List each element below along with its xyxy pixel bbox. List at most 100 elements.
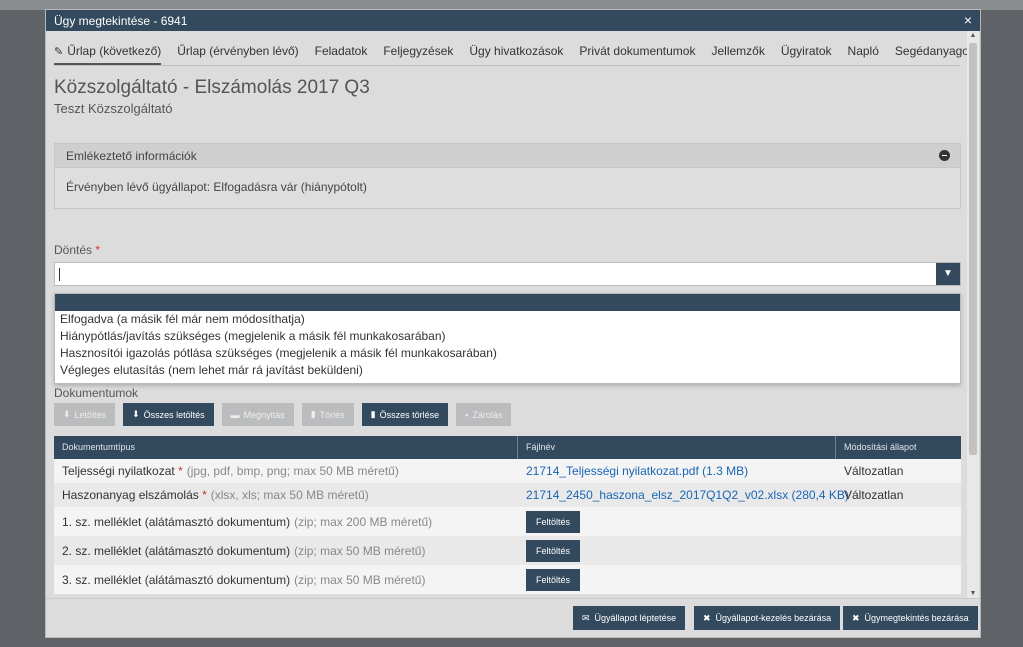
tab-case-references[interactable]: Ügy hivatkozások bbox=[469, 42, 563, 65]
documents-table: Dokumentumtípus Fájlnév Módosítási állap… bbox=[54, 436, 961, 594]
tab-log[interactable]: Napló bbox=[848, 42, 879, 65]
tab-case-files[interactable]: Ügyiratok bbox=[781, 42, 832, 65]
button-label: Összes letöltés bbox=[143, 409, 205, 420]
delete-all-button[interactable]: ▮ Összes törlése bbox=[361, 403, 449, 426]
option-final-rejection[interactable]: Végleges elutasítás (nem lehet már rá ja… bbox=[55, 362, 960, 379]
decision-dropdown: Elfogadva (a másik fél már nem módosítha… bbox=[54, 293, 961, 384]
close-icon: ✖ bbox=[703, 612, 711, 623]
modal-title: Ügy megtekintése - 6941 bbox=[54, 14, 188, 28]
doc-hint: (zip; max 50 MB méretű) bbox=[294, 572, 426, 587]
required-mark: * bbox=[178, 464, 183, 478]
close-icon: ✖ bbox=[852, 612, 860, 623]
button-label: Ügyállapot léptetése bbox=[594, 613, 677, 623]
required-mark: * bbox=[202, 488, 207, 502]
upload-button[interactable]: Feltöltés bbox=[526, 539, 581, 562]
modal-content: ✎ Űrlap (következő) Űrlap (érvényben lévő… bbox=[46, 31, 968, 599]
tab-materials[interactable]: Segédanyagok bbox=[895, 42, 968, 65]
filename-cell: Feltöltés bbox=[518, 536, 836, 565]
tab-form-next[interactable]: ✎ Űrlap (következő) bbox=[54, 42, 162, 65]
option-accepted[interactable]: Elfogadva (a másik fél már nem módosítha… bbox=[55, 311, 960, 328]
reminder-info-panel: Emlékeztető információk Érvényben lévő ü… bbox=[54, 143, 961, 209]
button-label: Ügymegtekintés bezárása bbox=[864, 613, 969, 623]
tab-private-documents[interactable]: Privát dokumentumok bbox=[579, 42, 695, 65]
close-icon[interactable]: × bbox=[964, 12, 972, 28]
upload-button[interactable]: Feltöltés bbox=[526, 510, 581, 533]
close-case-view-button[interactable]: ✖ Ügymegtekintés bezárása bbox=[843, 606, 978, 630]
doc-type-cell: 1. sz. melléklet (alátámasztó dokumentum… bbox=[54, 507, 518, 536]
open-button[interactable]: ▬ Megnyitás bbox=[221, 403, 294, 426]
option-correction-needed[interactable]: Hiánypótlás/javítás szükséges (megjeleni… bbox=[55, 328, 960, 345]
column-header-status[interactable]: Módosítási állapot bbox=[836, 436, 961, 459]
page-title: Közszolgáltató - Elszámolás 2017 Q3 bbox=[54, 77, 370, 98]
download-all-button[interactable]: ⬇ Összes letöltés bbox=[123, 403, 214, 426]
modal-header: Ügy megtekintése - 6941 × bbox=[46, 10, 980, 31]
table-row: 1. sz. melléklet (alátámasztó dokumentum… bbox=[54, 507, 961, 536]
doc-type-cell: 2. sz. melléklet (alátámasztó dokumentum… bbox=[54, 536, 518, 565]
doc-type: Haszonanyag elszámolás bbox=[62, 488, 199, 502]
button-label: Letöltés bbox=[74, 409, 107, 420]
scroll-up-icon[interactable]: ▲ bbox=[967, 31, 979, 41]
download-button[interactable]: ⬇ Letöltés bbox=[54, 403, 116, 426]
trash-icon: ▮ bbox=[310, 409, 316, 419]
panel-body: Érvényben lévő ügyállapot: Elfogadásra v… bbox=[66, 180, 367, 194]
column-header-type[interactable]: Dokumentumtípus bbox=[54, 436, 518, 459]
collapse-icon[interactable] bbox=[939, 150, 950, 161]
status-cell bbox=[836, 536, 961, 565]
file-link[interactable]: 21714_2450_haszona_elsz_2017Q1Q2_v02.xls… bbox=[526, 488, 849, 502]
vertical-scrollbar[interactable]: ▲ ▼ bbox=[967, 31, 979, 599]
table-row: 3. sz. melléklet (alátámasztó dokumentum… bbox=[54, 565, 961, 594]
tab-tasks[interactable]: Feladatok bbox=[315, 42, 368, 65]
table-header: Dokumentumtípus Fájlnév Módosítási állap… bbox=[54, 436, 961, 459]
tab-properties[interactable]: Jellemzők bbox=[711, 42, 764, 65]
close-state-management-button[interactable]: ✖ Ügyállapot-kezelés bezárása bbox=[694, 606, 841, 630]
envelope-icon: ✉ bbox=[582, 612, 590, 623]
filename-cell: Feltöltés bbox=[518, 565, 836, 594]
doc-type-cell: Teljességi nyilatkozat * (jpg, pdf, bmp, … bbox=[54, 459, 518, 483]
column-header-filename[interactable]: Fájlnév bbox=[518, 436, 836, 459]
tab-form-current[interactable]: Űrlap (érvényben lévő) bbox=[177, 42, 298, 65]
decision-label: Döntés * bbox=[54, 243, 100, 257]
status-cell bbox=[836, 565, 961, 594]
doc-type: 3. sz. melléklet (alátámasztó dokumentum… bbox=[62, 572, 291, 587]
tab-label: Űrlap (következő) bbox=[67, 44, 162, 58]
doc-hint: (zip; max 200 MB méretű) bbox=[294, 514, 433, 529]
panel-header: Emlékeztető információk bbox=[55, 144, 960, 168]
case-view-modal: Ügy megtekintése - 6941 × ✎ Űrlap (követk… bbox=[45, 9, 981, 638]
table-row: Haszonanyag elszámolás * (xlsx, xls; max … bbox=[54, 483, 961, 507]
text-caret bbox=[59, 268, 60, 281]
decision-label-text: Döntés bbox=[54, 243, 93, 257]
option-certificate-needed[interactable]: Hasznosítói igazolás pótlása szükséges (… bbox=[55, 345, 960, 362]
modal-footer: ✉ Ügyállapot léptetése ✖ Ügyállapot-kezelé… bbox=[46, 598, 980, 637]
file-link[interactable]: 21714_Teljességi nyilatkozat.pdf (1.3 MB… bbox=[526, 464, 748, 478]
button-label: Törlés bbox=[319, 409, 345, 420]
documents-label: Dokumentumok bbox=[54, 386, 139, 400]
chevron-down-icon[interactable]: ▼ bbox=[936, 263, 960, 285]
filename-cell: 21714_2450_haszona_elsz_2017Q1Q2_v02.xls… bbox=[518, 483, 849, 507]
button-label: Ügyállapot-kezelés bezárása bbox=[715, 613, 832, 623]
scroll-thumb[interactable] bbox=[969, 43, 977, 455]
doc-type-cell: Haszonanyag elszámolás * (xlsx, xls; max … bbox=[54, 483, 518, 507]
advance-case-state-button[interactable]: ✉ Ügyállapot léptetése bbox=[573, 606, 686, 630]
doc-hint: (xlsx, xls; max 50 MB méretű) bbox=[210, 488, 369, 502]
delete-button[interactable]: ▮ Törlés bbox=[301, 403, 354, 426]
tab-notes[interactable]: Feljegyzések bbox=[383, 42, 453, 65]
filename-cell: 21714_Teljességi nyilatkozat.pdf (1.3 MB… bbox=[518, 459, 836, 483]
doc-type-cell: 3. sz. melléklet (alátámasztó dokumentum… bbox=[54, 565, 518, 594]
doc-hint: (jpg, pdf, bmp, png; max 50 MB méretű) bbox=[186, 464, 399, 478]
table-row: Teljességi nyilatkozat * (jpg, pdf, bmp, … bbox=[54, 459, 961, 483]
download-icon: ⬇ bbox=[63, 409, 71, 419]
page-subtitle: Teszt Közszolgáltató bbox=[54, 101, 173, 116]
doc-type: 1. sz. melléklet (alátámasztó dokumentum… bbox=[62, 514, 291, 529]
doc-type: 2. sz. melléklet (alátámasztó dokumentum… bbox=[62, 543, 291, 558]
folder-icon: ▬ bbox=[230, 409, 240, 420]
filename-cell: Feltöltés bbox=[518, 507, 836, 536]
trash-icon: ▮ bbox=[370, 409, 376, 419]
decision-select[interactable]: ▼ bbox=[54, 262, 961, 286]
dropdown-highlighted-empty-option[interactable] bbox=[55, 294, 960, 311]
tab-bar: ✎ Űrlap (következő) Űrlap (érvényben lévő… bbox=[54, 42, 968, 66]
lock-button[interactable]: ▪ Zárolás bbox=[456, 403, 512, 426]
table-row: 2. sz. melléklet (alátámasztó dokumentum… bbox=[54, 536, 961, 565]
required-mark: * bbox=[95, 243, 101, 257]
lock-icon: ▪ bbox=[465, 409, 469, 420]
upload-button[interactable]: Feltöltés bbox=[526, 568, 581, 591]
